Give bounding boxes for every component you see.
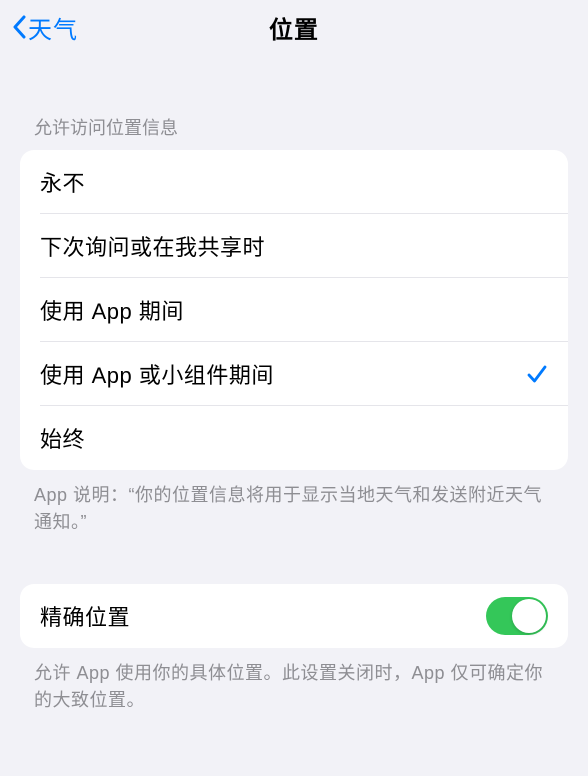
precise-location-toggle[interactable] — [486, 597, 548, 635]
section-header-access: 允许访问位置信息 — [0, 54, 588, 150]
precise-location-label: 精确位置 — [40, 600, 486, 632]
option-while-using-app-or-widgets[interactable]: 使用 App 或小组件期间 — [20, 342, 568, 406]
precise-location-row: 精确位置 — [20, 584, 568, 648]
page-title: 位置 — [0, 10, 588, 45]
option-label: 下次询问或在我共享时 — [40, 230, 548, 262]
section-footer-precise: 允许 App 使用你的具体位置。此设置关闭时，App 仅可确定你的大致位置。 — [0, 648, 588, 714]
back-button[interactable]: 天气 — [0, 10, 78, 45]
location-access-group: 永不 下次询问或在我共享时 使用 App 期间 使用 App 或小组件期间 始终 — [20, 150, 568, 470]
toggle-knob-icon — [512, 599, 546, 633]
option-always[interactable]: 始终 — [20, 406, 568, 470]
checkmark-icon — [526, 363, 548, 385]
back-label: 天气 — [28, 10, 78, 45]
option-while-using-app[interactable]: 使用 App 期间 — [20, 278, 568, 342]
option-label: 使用 App 期间 — [40, 294, 548, 326]
option-label: 始终 — [40, 422, 548, 454]
option-never[interactable]: 永不 — [20, 150, 568, 214]
option-label: 永不 — [40, 166, 548, 198]
precise-location-group: 精确位置 — [20, 584, 568, 648]
section-footer-app-description: App 说明：“你的位置信息将用于显示当地天气和发送附近天气通知。” — [0, 470, 588, 536]
option-ask-next-time[interactable]: 下次询问或在我共享时 — [20, 214, 568, 278]
back-chevron-icon — [10, 13, 28, 41]
navbar: 天气 位置 — [0, 0, 588, 54]
option-label: 使用 App 或小组件期间 — [40, 358, 526, 390]
